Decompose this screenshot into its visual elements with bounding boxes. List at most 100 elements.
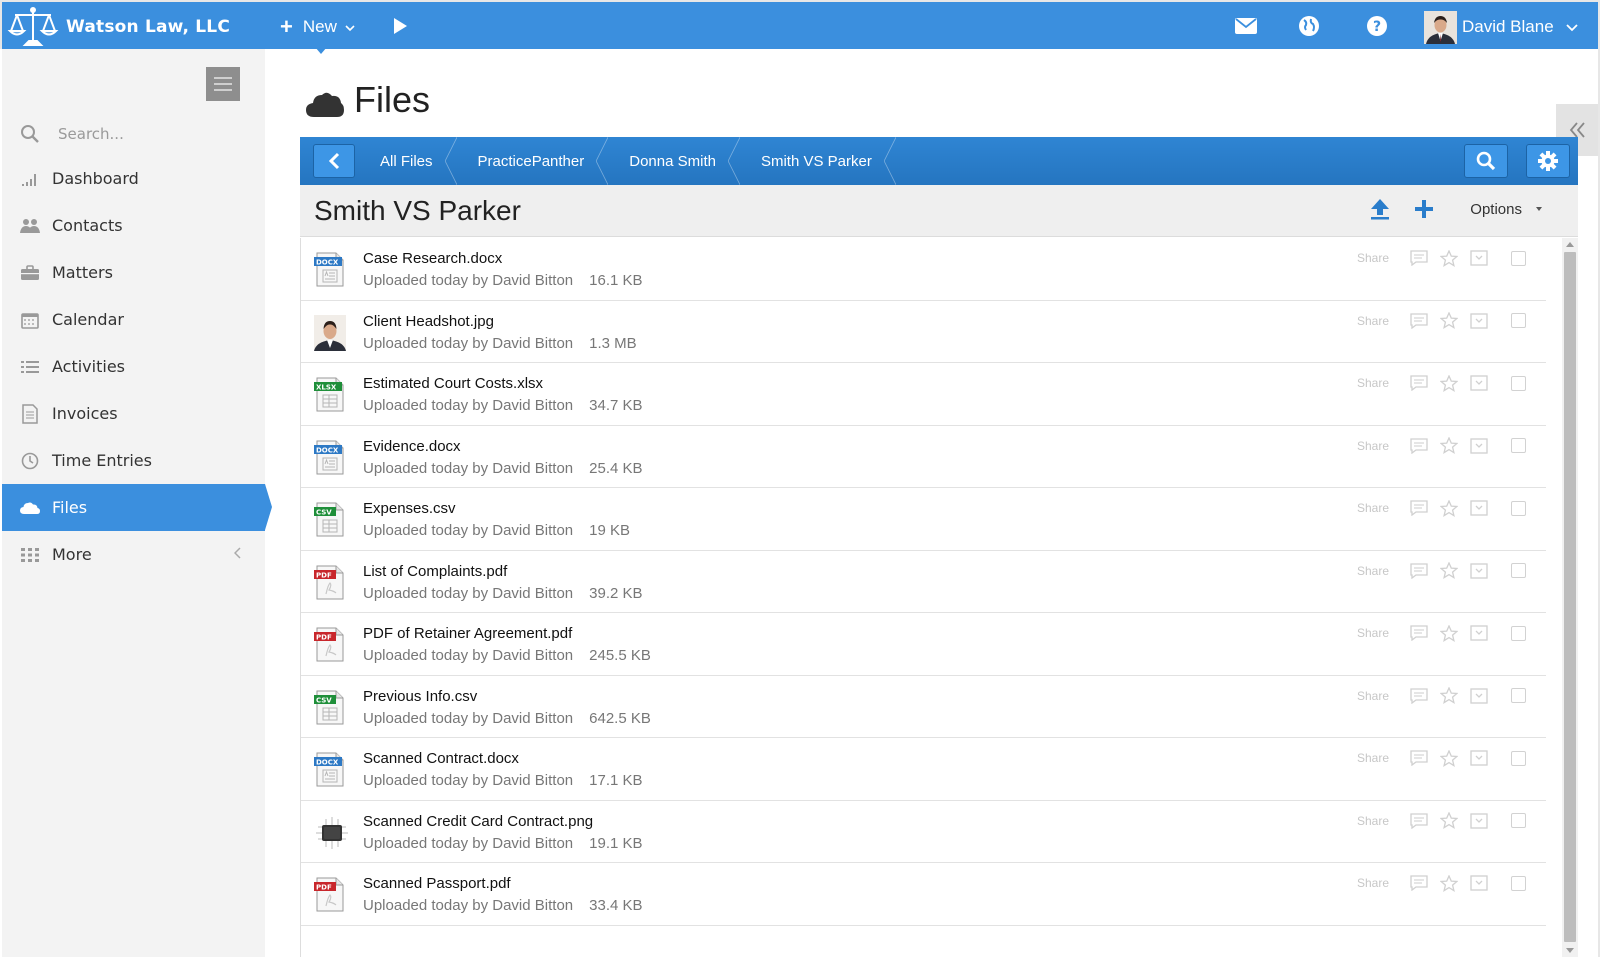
- star-icon[interactable]: [1439, 686, 1459, 706]
- scrollbar[interactable]: [1562, 238, 1578, 957]
- share-link[interactable]: Share: [1357, 876, 1389, 890]
- search-button[interactable]: [1464, 144, 1508, 178]
- scrollbar-thumb[interactable]: [1564, 252, 1576, 942]
- options-dropdown[interactable]: Options: [1470, 201, 1542, 218]
- share-link[interactable]: Share: [1357, 814, 1389, 828]
- star-icon[interactable]: [1439, 748, 1459, 768]
- file-row[interactable]: PDF Scanned Passport.pdf Uploaded today …: [301, 863, 1546, 926]
- file-row[interactable]: DOCX Evidence.docx Uploaded today by Dav…: [301, 426, 1546, 488]
- file-row[interactable]: Client Headshot.jpg Uploaded today by Da…: [301, 301, 1546, 363]
- share-link[interactable]: Share: [1357, 314, 1389, 328]
- star-icon[interactable]: [1439, 811, 1459, 831]
- star-icon[interactable]: [1439, 311, 1459, 331]
- select-checkbox[interactable]: [1511, 875, 1526, 891]
- download-icon[interactable]: [1469, 811, 1489, 831]
- file-name[interactable]: Evidence.docx: [363, 438, 461, 455]
- star-icon[interactable]: [1439, 561, 1459, 581]
- star-icon[interactable]: [1439, 436, 1459, 456]
- brand[interactable]: Watson Law, LLC: [6, 2, 230, 51]
- download-icon[interactable]: [1469, 873, 1489, 893]
- new-button[interactable]: + New: [280, 2, 355, 51]
- file-name[interactable]: Previous Info.csv: [363, 688, 477, 705]
- search-input[interactable]: [58, 125, 238, 143]
- user-menu[interactable]: David Blane: [1424, 10, 1578, 44]
- file-row[interactable]: XLSX Estimated Court Costs.xlsx Uploaded…: [301, 363, 1546, 426]
- comment-icon[interactable]: [1409, 311, 1429, 331]
- file-name[interactable]: List of Complaints.pdf: [363, 563, 507, 580]
- scroll-down-arrow[interactable]: [1566, 948, 1574, 953]
- download-icon[interactable]: [1469, 498, 1489, 518]
- timer-play-button[interactable]: [394, 18, 407, 34]
- comment-icon[interactable]: [1409, 373, 1429, 393]
- star-icon[interactable]: [1439, 623, 1459, 643]
- hamburger-menu-icon[interactable]: [206, 67, 240, 101]
- select-checkbox[interactable]: [1511, 688, 1526, 703]
- select-checkbox[interactable]: [1511, 250, 1526, 266]
- share-link[interactable]: Share: [1357, 564, 1389, 578]
- file-name[interactable]: PDF of Retainer Agreement.pdf: [363, 625, 572, 642]
- select-checkbox[interactable]: [1511, 813, 1526, 828]
- sidebar-item-matters[interactable]: Matters: [2, 249, 265, 296]
- select-checkbox[interactable]: [1511, 438, 1526, 453]
- sidebar-item-more[interactable]: More: [2, 531, 265, 578]
- file-name[interactable]: Client Headshot.jpg: [363, 313, 494, 330]
- share-link[interactable]: Share: [1357, 501, 1389, 515]
- comment-icon[interactable]: [1409, 748, 1429, 768]
- file-row[interactable]: PDF List of Complaints.pdf Uploaded toda…: [301, 551, 1546, 613]
- star-icon[interactable]: [1439, 873, 1459, 893]
- file-name[interactable]: Scanned Credit Card Contract.png: [363, 813, 593, 830]
- share-link[interactable]: Share: [1357, 751, 1389, 765]
- comment-icon[interactable]: [1409, 811, 1429, 831]
- breadcrumb-item[interactable]: Donna Smith: [604, 137, 740, 185]
- comment-icon[interactable]: [1409, 248, 1429, 268]
- star-icon[interactable]: [1439, 498, 1459, 518]
- comment-icon[interactable]: [1409, 561, 1429, 581]
- download-icon[interactable]: [1469, 436, 1489, 456]
- download-icon[interactable]: [1469, 748, 1489, 768]
- back-button[interactable]: [313, 144, 355, 178]
- sidebar-item-invoices[interactable]: Invoices: [2, 390, 265, 437]
- scroll-up-arrow[interactable]: [1566, 242, 1574, 247]
- file-name[interactable]: Scanned Contract.docx: [363, 750, 519, 767]
- file-row[interactable]: CSV Expenses.csv Uploaded today by David…: [301, 488, 1546, 551]
- share-link[interactable]: Share: [1357, 439, 1389, 453]
- file-row[interactable]: CSV Previous Info.csv Uploaded today by …: [301, 676, 1546, 738]
- file-name[interactable]: Estimated Court Costs.xlsx: [363, 375, 543, 392]
- download-icon[interactable]: [1469, 561, 1489, 581]
- share-link[interactable]: Share: [1357, 626, 1389, 640]
- sidebar-item-contacts[interactable]: Contacts: [2, 202, 265, 249]
- sidebar-item-dashboard[interactable]: Dashboard: [2, 155, 265, 202]
- upload-button[interactable]: [1368, 197, 1392, 221]
- comment-icon[interactable]: [1409, 498, 1429, 518]
- file-row[interactable]: PDF PDF of Retainer Agreement.pdf Upload…: [301, 613, 1546, 676]
- star-icon[interactable]: [1439, 373, 1459, 393]
- select-checkbox[interactable]: [1511, 313, 1526, 328]
- download-icon[interactable]: [1469, 623, 1489, 643]
- sidebar-item-time-entries[interactable]: Time Entries: [2, 437, 265, 484]
- select-checkbox[interactable]: [1511, 375, 1526, 391]
- file-row[interactable]: DOCX Scanned Contract.docx Uploaded toda…: [301, 738, 1546, 801]
- mail-icon[interactable]: [1234, 14, 1258, 38]
- file-name[interactable]: Scanned Passport.pdf: [363, 875, 511, 892]
- sidebar-item-activities[interactable]: Activities: [2, 343, 265, 390]
- breadcrumb-item[interactable]: Smith VS Parker: [736, 137, 896, 185]
- settings-button[interactable]: [1526, 144, 1570, 178]
- comment-icon[interactable]: [1409, 686, 1429, 706]
- file-row[interactable]: DOCX Case Research.docx Uploaded today b…: [301, 238, 1546, 301]
- share-link[interactable]: Share: [1357, 376, 1389, 390]
- select-checkbox[interactable]: [1511, 750, 1526, 766]
- download-icon[interactable]: [1469, 248, 1489, 268]
- star-icon[interactable]: [1439, 248, 1459, 268]
- sidebar-item-calendar[interactable]: Calendar: [2, 296, 265, 343]
- download-icon[interactable]: [1469, 373, 1489, 393]
- breadcrumb-item[interactable]: All Files: [355, 137, 457, 185]
- add-button[interactable]: [1412, 197, 1436, 221]
- download-icon[interactable]: [1469, 311, 1489, 331]
- comment-icon[interactable]: [1409, 873, 1429, 893]
- comment-icon[interactable]: [1409, 623, 1429, 643]
- sidebar-item-files[interactable]: Files: [2, 484, 272, 531]
- share-link[interactable]: Share: [1357, 689, 1389, 703]
- select-checkbox[interactable]: [1511, 563, 1526, 578]
- share-link[interactable]: Share: [1357, 251, 1389, 265]
- globe-icon[interactable]: [1297, 14, 1321, 38]
